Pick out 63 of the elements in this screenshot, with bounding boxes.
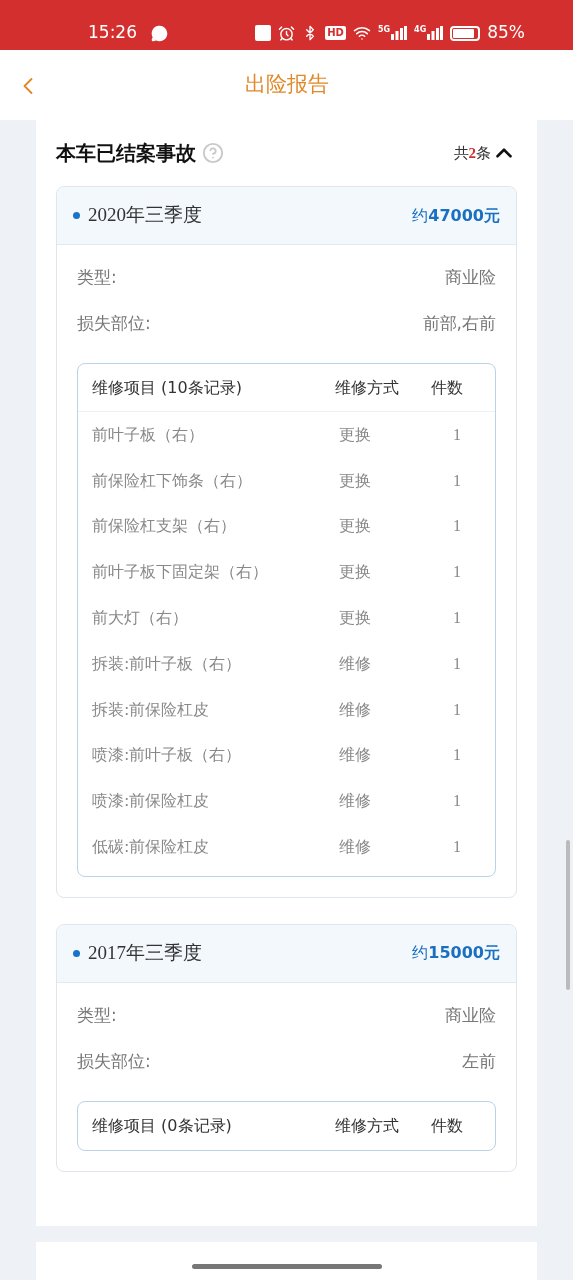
table-cell-text: 更换 [338,515,372,538]
accident-period: 2017年三季度 [88,941,202,966]
alarm-icon [278,24,296,42]
field-label: 类型: [77,266,117,289]
table-cell-text: 1 [452,470,462,491]
signal-icon [427,26,444,40]
accident-period: 2020年三季度 [88,203,202,228]
column-header: 件数 [431,1114,464,1137]
column-header: 维修方式 [335,1114,400,1137]
field-label: 类型: [77,1003,117,1027]
table-cell-text: 前叶子板（右） [92,423,205,446]
wifi-icon [352,24,371,42]
table-cell-text: 1 [452,653,462,674]
table-cell-text: 维修 [338,652,372,675]
table-cell-text: 维修 [338,836,372,859]
network-label: 5G [377,26,391,34]
table-cell-text: 低碳:前保险杠皮 [92,836,211,859]
battery-icon [450,25,481,41]
chat-icon [151,24,168,42]
field-value: 前部,右前 [422,312,496,335]
table-cell-text: 更换 [338,607,372,630]
column-header: 维修项目 (0条记录) [92,1114,233,1137]
table-cell-text: 前叶子板下固定架（右） [92,561,269,584]
table-cell-text: 前大灯（右） [92,607,189,630]
help-icon[interactable] [202,142,224,164]
page-title: 出险报告 [244,71,329,99]
table-cell-text: 维修 [338,790,372,813]
table-cell-text: 维修 [338,744,372,767]
battery-percent: 85% [487,21,525,45]
section-title: 本车已结案事故 [56,140,196,167]
accident-amount: 约15000元 [412,942,500,965]
status-time: 15:26 [88,21,137,45]
accident-amount: 约47000元 [412,204,500,227]
field-label: 损失部位: [77,1049,151,1073]
field-label: 损失部位: [77,312,151,335]
table-cell-text: 更换 [338,469,372,492]
column-header: 维修项目 (10条记录) [92,376,243,399]
hd-indicator: HD [325,26,346,40]
table-cell-text: 前保险杠下饰条（右） [92,469,253,492]
field-value: 商业险 [445,1003,496,1027]
table-cell-text: 更换 [338,423,372,446]
table-cell-text: 1 [452,791,462,812]
column-header: 件数 [431,376,464,399]
table-cell-text: 前保险杠支架（右） [92,515,237,538]
signal-icon [391,26,408,40]
table-cell-text: 1 [452,837,462,858]
table-cell-text: 1 [452,516,462,537]
table-cell-text: 拆装:前保险杠皮 [92,698,211,721]
table-cell-text: 更换 [338,561,372,584]
field-value: 左前 [462,1049,496,1073]
table-cell-text: 1 [452,699,462,720]
table-cell-text: 1 [452,745,462,766]
network-label: 4G [414,26,427,34]
table-cell-text: 喷漆:前叶子板（右） [92,744,243,767]
table-cell-text: 维修 [338,698,372,721]
table-cell-text: 1 [452,562,462,583]
field-value: 商业险 [445,266,496,289]
column-header: 维修方式 [335,376,400,399]
table-cell-text: 拆装:前叶子板（右） [92,652,243,675]
collapse-toggle[interactable]: 共2条 [453,140,517,166]
table-cell-text: 1 [452,608,462,629]
table-cell-text: 喷漆:前保险杠皮 [92,790,211,813]
table-cell-text: 1 [452,424,462,445]
